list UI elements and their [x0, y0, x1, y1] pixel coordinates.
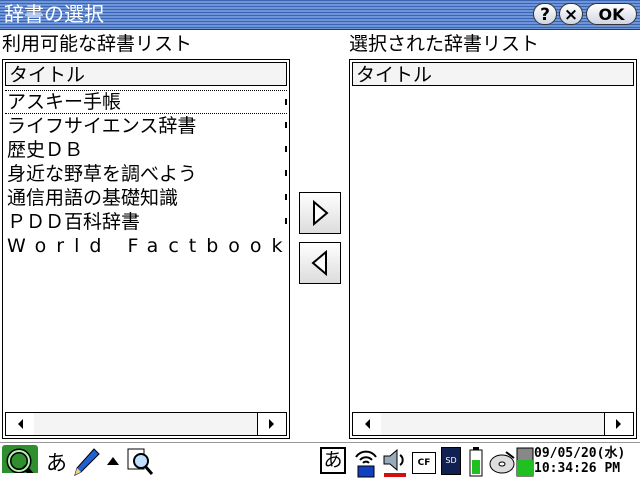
list-item-label: 身近な野草を調べよう — [7, 163, 198, 185]
list-item[interactable]: 通信用語の基礎知識 — [5, 186, 287, 210]
q-menu-icon[interactable] — [2, 445, 38, 473]
list-item-label: 通信用語の基礎知識 — [7, 187, 179, 209]
window-title: 辞書の選択 — [4, 2, 104, 26]
column-marker — [285, 146, 287, 152]
triangle-right-icon — [269, 419, 274, 429]
battery-icon[interactable] — [468, 446, 484, 478]
disk-icon[interactable] — [488, 448, 516, 476]
list-item-label: ライフサイエンス辞書 — [7, 115, 197, 137]
list-item-label: 歴史ＤＢ — [7, 139, 84, 161]
add-to-selected-button[interactable] — [299, 192, 341, 234]
available-items: アスキー手帳 ライフサイエンス辞書 歴史ＤＢ 身近な野草を調べよう 通信用語の基… — [5, 90, 287, 258]
column-marker — [285, 194, 287, 200]
sd-card-icon[interactable]: SD — [441, 447, 461, 475]
list-item[interactable]: アスキー手帳 — [5, 90, 287, 114]
scroll-track[interactable] — [381, 413, 605, 435]
date-text: 09/05/20(水) — [534, 446, 626, 461]
clock[interactable]: 09/05/20(水) 10:34:26 PM — [534, 446, 625, 476]
list-item-label: アスキー手帳 — [7, 91, 122, 113]
cf-card-icon[interactable]: CF — [412, 452, 436, 474]
triangle-right-icon — [313, 199, 329, 227]
scroll-right-button[interactable] — [604, 413, 633, 435]
cf-card-label: CF — [417, 458, 431, 468]
help-button[interactable]: ? — [533, 3, 557, 25]
list-item[interactable]: 歴史ＤＢ — [5, 138, 287, 162]
scroll-track[interactable] — [34, 413, 258, 435]
triangle-right-icon — [616, 419, 621, 429]
column-marker — [285, 170, 287, 176]
selected-dictionary-list[interactable]: タイトル — [349, 59, 637, 439]
column-marker — [285, 99, 287, 105]
remove-from-selected-button[interactable] — [299, 242, 341, 284]
sd-card-label: SD — [445, 456, 457, 465]
scroll-left-button[interactable] — [353, 413, 382, 435]
list-item-label: ＰＤＤ百科辞書 — [7, 211, 141, 233]
scroll-left-button[interactable] — [6, 413, 35, 435]
column-marker — [285, 122, 287, 128]
available-list-caption: 利用可能な辞書リスト — [2, 33, 193, 55]
list-item[interactable]: ＰＤＤ百科辞書 — [5, 210, 287, 234]
magnifier-icon[interactable] — [124, 446, 154, 476]
available-dictionary-list[interactable]: タイトル アスキー手帳 ライフサイエンス辞書 歴史ＤＢ 身近な野草を調べよう 通… — [2, 59, 290, 439]
scroll-right-button[interactable] — [257, 413, 286, 435]
column-marker — [285, 218, 287, 224]
selected-horizontal-scrollbar[interactable] — [352, 412, 634, 436]
title-bar: 辞書の選択 ? × OK — [0, 0, 640, 30]
selected-column-header[interactable]: タイトル — [352, 62, 634, 86]
list-item[interactable]: 身近な野草を調べよう — [5, 162, 287, 186]
available-column-header[interactable]: タイトル — [5, 62, 287, 86]
ime-indicator[interactable]: あ — [320, 447, 346, 474]
triangle-up-icon[interactable] — [105, 455, 121, 467]
available-horizontal-scrollbar[interactable] — [5, 412, 287, 436]
list-item-label: World Factbook — [7, 235, 290, 257]
ok-button[interactable]: OK — [586, 3, 637, 25]
close-button[interactable]: × — [559, 3, 583, 25]
list-item[interactable]: World Factbook — [5, 234, 287, 258]
pencil-icon[interactable] — [72, 447, 100, 477]
wireless-icon[interactable] — [352, 445, 380, 479]
triangle-left-icon — [365, 419, 370, 429]
triangle-left-icon — [18, 419, 23, 429]
input-mode-indicator[interactable]: あ — [46, 450, 67, 476]
time-text: 10:34:26 PM — [534, 461, 621, 476]
signal-level-icon[interactable] — [516, 447, 534, 477]
list-item[interactable]: ライフサイエンス辞書 — [5, 114, 287, 138]
selected-list-caption: 選択された辞書リスト — [349, 33, 540, 55]
speaker-icon[interactable] — [381, 446, 409, 478]
triangle-left-icon — [311, 249, 327, 277]
